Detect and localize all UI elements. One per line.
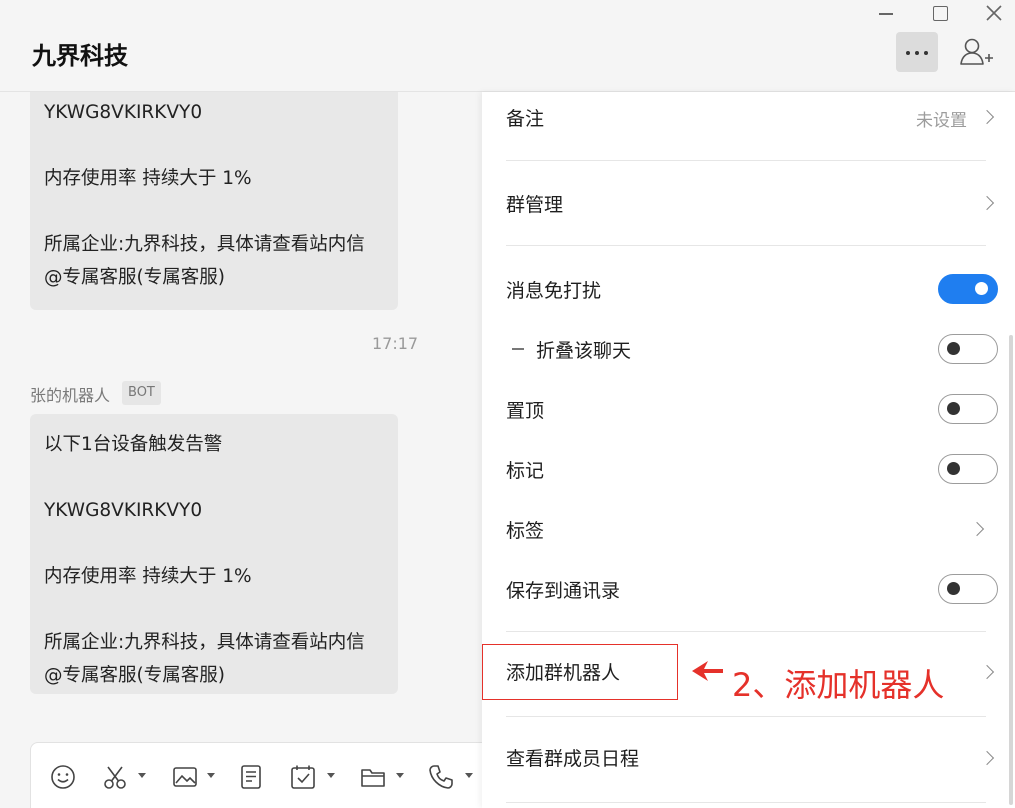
message-timestamp: 17:17 bbox=[372, 334, 419, 353]
save-contacts-row: 保存到通讯录 bbox=[506, 574, 998, 608]
chevron-right-icon bbox=[979, 109, 995, 125]
add-member-button[interactable] bbox=[958, 36, 994, 70]
divider bbox=[506, 716, 986, 717]
pin-row: 置顶 bbox=[506, 394, 998, 428]
annotation-text: 2、添加机器人 bbox=[732, 666, 945, 704]
chevron-down-icon[interactable] bbox=[138, 773, 146, 778]
document-icon[interactable] bbox=[237, 763, 265, 791]
minimize-button[interactable] bbox=[875, 2, 897, 24]
message-line: @专属客服(专属客服) bbox=[44, 665, 225, 686]
chevron-down-icon[interactable] bbox=[465, 773, 473, 778]
member-schedule-label: 查看群成员日程 bbox=[506, 748, 640, 770]
message-line: 所属企业:九界科技，具体请查看站内信 bbox=[44, 632, 365, 653]
annotation-highlight-box bbox=[482, 644, 678, 700]
remark-value: 未设置 bbox=[916, 111, 967, 131]
bot-badge: BOT bbox=[122, 381, 161, 405]
scissors-icon[interactable] bbox=[101, 763, 129, 791]
image-icon[interactable] bbox=[171, 763, 199, 791]
maximize-button[interactable] bbox=[929, 2, 951, 24]
message-line: YKWG8VKIRKVY0 bbox=[44, 500, 203, 521]
chevron-down-icon[interactable] bbox=[327, 773, 335, 778]
emoji-icon[interactable] bbox=[49, 763, 77, 791]
close-button[interactable] bbox=[983, 2, 1005, 24]
chevron-down-icon[interactable] bbox=[396, 773, 404, 778]
mark-row: 标记 bbox=[506, 454, 998, 488]
group-manage-row[interactable]: 群管理 bbox=[506, 190, 995, 220]
chevron-right-icon bbox=[979, 664, 995, 680]
divider bbox=[506, 245, 986, 246]
message-bubble[interactable]: YKWG8VKIRKVY0 内存使用率 持续大于 1% 所属企业:九界科技，具体… bbox=[30, 92, 398, 310]
message-line: 内存使用率 持续大于 1% bbox=[44, 168, 252, 189]
remark-row[interactable]: 备注 未设置 bbox=[506, 104, 995, 144]
divider bbox=[506, 160, 986, 161]
settings-scrollbar[interactable] bbox=[1009, 335, 1013, 805]
chevron-down-icon[interactable] bbox=[207, 773, 215, 778]
divider bbox=[506, 802, 986, 803]
mute-toggle[interactable] bbox=[938, 274, 998, 304]
tags-label: 标签 bbox=[506, 520, 545, 542]
pin-toggle[interactable] bbox=[938, 394, 998, 424]
chevron-right-icon bbox=[979, 750, 995, 766]
close-icon bbox=[986, 5, 1002, 21]
divider bbox=[506, 631, 986, 632]
mute-row: 消息免打扰 bbox=[506, 274, 998, 308]
folder-icon[interactable] bbox=[359, 763, 387, 791]
fold-chat-toggle[interactable] bbox=[938, 334, 998, 364]
message-line: 所属企业:九界科技，具体请查看站内信 bbox=[44, 234, 365, 255]
remark-label: 备注 bbox=[506, 108, 545, 130]
chat-messages: YKWG8VKIRKVY0 内存使用率 持续大于 1% 所属企业:九界科技，具体… bbox=[0, 92, 482, 808]
tags-row[interactable]: 标签 bbox=[506, 516, 986, 546]
mute-label: 消息免打扰 bbox=[506, 280, 602, 302]
more-icon bbox=[906, 51, 910, 55]
message-line: YKWG8VKIRKVY0 bbox=[44, 102, 203, 123]
fold-chat-label: 折叠该聊天 bbox=[536, 340, 632, 362]
chat-title: 九界科技 bbox=[32, 42, 128, 70]
sender-name[interactable]: 张的机器人 bbox=[30, 382, 110, 406]
pin-label: 置顶 bbox=[506, 400, 545, 422]
message-bubble[interactable]: 以下1台设备触发告警 YKWG8VKIRKVY0 内存使用率 持续大于 1% 所… bbox=[30, 414, 398, 694]
mark-label: 标记 bbox=[506, 460, 545, 482]
message-line: 内存使用率 持续大于 1% bbox=[44, 566, 252, 587]
annotation-arrow-icon bbox=[692, 661, 723, 681]
mark-toggle[interactable] bbox=[938, 454, 998, 484]
group-manage-label: 群管理 bbox=[506, 194, 564, 216]
calendar-check-icon[interactable] bbox=[289, 763, 317, 791]
member-schedule-row[interactable]: 查看群成员日程 bbox=[506, 744, 995, 774]
message-input-box[interactable] bbox=[30, 742, 482, 808]
message-line: @专属客服(专属客服) bbox=[44, 267, 225, 288]
fold-chat-row: 折叠该聊天 bbox=[506, 334, 998, 368]
phone-icon[interactable] bbox=[427, 763, 455, 791]
chevron-right-icon bbox=[979, 195, 995, 211]
add-user-icon bbox=[960, 38, 993, 65]
more-options-button[interactable] bbox=[896, 32, 938, 72]
message-line: 以下1台设备触发告警 bbox=[44, 434, 223, 455]
chevron-right-icon bbox=[969, 521, 985, 537]
save-contacts-toggle[interactable] bbox=[938, 574, 998, 604]
chat-header: 九界科技 bbox=[0, 0, 1015, 92]
save-contacts-label: 保存到通讯录 bbox=[506, 580, 621, 602]
dash-icon bbox=[512, 348, 524, 350]
